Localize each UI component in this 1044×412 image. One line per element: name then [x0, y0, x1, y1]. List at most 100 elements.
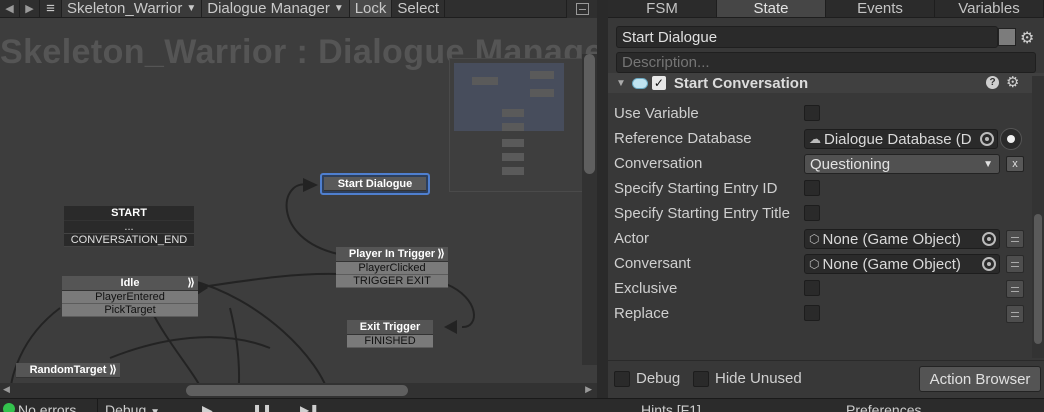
hide-unused-checkbox[interactable]: [693, 370, 709, 387]
gear-icon[interactable]: ⚙: [1006, 73, 1019, 91]
state-transition[interactable]: PickTarget: [62, 304, 198, 317]
actor-value: None (Game Object): [822, 230, 961, 248]
horizontal-scrollbar[interactable]: ◀ ▶: [0, 383, 597, 398]
graph-settings-icon[interactable]: [566, 0, 597, 18]
tab-variables[interactable]: Variables: [935, 0, 1044, 17]
state-name-input[interactable]: [616, 26, 998, 48]
pane-divider[interactable]: [597, 0, 608, 398]
specify-entry-title-checkbox[interactable]: [804, 205, 820, 221]
object-picker-icon[interactable]: [982, 232, 996, 246]
fsm-owner-dropdown[interactable]: Skeleton_Warrior ▼: [62, 0, 203, 17]
specify-entry-id-checkbox[interactable]: [804, 180, 820, 196]
action-header[interactable]: ▼ ✓ Start Conversation ? ⚙: [608, 73, 1044, 93]
state-header: Player In Trigger ⟫: [336, 247, 448, 262]
hints-button[interactable]: Hints [F1]: [641, 399, 701, 412]
conversant-field[interactable]: ⬡ None (Game Object): [804, 254, 1000, 274]
fold-arrow-icon[interactable]: ▼: [616, 78, 626, 89]
graph-canvas[interactable]: Skeleton_Warrior : Dialogue Manager STAR…: [0, 18, 597, 398]
reference-database-field[interactable]: ☁ Dialogue Database (D: [804, 129, 998, 149]
state-player-in-trigger[interactable]: Player In Trigger ⟫ PlayerClicked TRIGGE…: [336, 247, 448, 288]
scroll-right-icon[interactable]: ▶: [585, 384, 592, 395]
replace-checkbox[interactable]: [804, 305, 820, 321]
select-button[interactable]: Select: [392, 0, 446, 17]
inspector-tabs: FSM State Events Variables: [608, 0, 1044, 18]
hide-unused-option[interactable]: Hide Unused: [693, 370, 802, 387]
nav-back-icon[interactable]: ◀: [0, 0, 20, 17]
debug-dropdown[interactable]: Debug ▼: [105, 399, 160, 412]
description-input[interactable]: [616, 52, 1036, 73]
tab-state[interactable]: State: [717, 0, 826, 17]
state-color-swatch[interactable]: [998, 28, 1016, 46]
vertical-scroll-thumb[interactable]: [584, 54, 595, 174]
state-header: Idle ⟫: [62, 276, 198, 291]
state-exit-trigger[interactable]: Exit Trigger FINISHED: [347, 320, 433, 348]
preferences-button[interactable]: Preferences: [846, 399, 921, 412]
variable-menu-button[interactable]: [1006, 280, 1024, 298]
link-arrow-icon: ⟫: [437, 248, 445, 260]
state-transition[interactable]: TRIGGER EXIT: [336, 275, 448, 288]
cube-icon: ⬡: [809, 257, 820, 271]
inspector-scrollbar[interactable]: [1032, 76, 1044, 358]
field-label: Specify Starting Entry Title: [614, 205, 790, 222]
action-browser-button[interactable]: Action Browser: [919, 366, 1041, 392]
field-label: Actor: [614, 230, 650, 247]
fsm-select-dropdown[interactable]: Dialogue Manager ▼: [202, 0, 350, 17]
graph-minimap[interactable]: [449, 58, 583, 192]
debug-dropdown-label: Debug: [105, 402, 147, 412]
debug-option[interactable]: Debug: [614, 370, 680, 387]
field-label: Use Variable: [614, 105, 699, 122]
row-conversant: Conversant ⬡ None (Game Object): [614, 253, 1034, 275]
nav-forward-icon[interactable]: ▶: [20, 0, 40, 17]
state-random-target[interactable]: RandomTarget ⟫: [16, 363, 120, 378]
graph-toolbar: ◀ ▶ ≡ Skeleton_Warrior ▼ Dialogue Manage…: [0, 0, 597, 18]
field-label: Conversation: [614, 155, 703, 172]
status-divider: [97, 399, 98, 412]
debug-label: Debug: [636, 370, 681, 387]
tab-fsm[interactable]: FSM: [608, 0, 717, 17]
fsm-name-label: Dialogue Manager: [207, 0, 330, 17]
help-icon[interactable]: ?: [986, 76, 999, 89]
conversant-value: None (Game Object): [822, 255, 961, 273]
error-status[interactable]: No errors: [18, 399, 76, 412]
object-picker-icon[interactable]: [980, 132, 994, 146]
tab-events[interactable]: Events: [826, 0, 935, 17]
conversation-select[interactable]: Questioning ▼: [804, 154, 1000, 174]
variable-menu-button[interactable]: [1006, 305, 1024, 323]
exclusive-checkbox[interactable]: [804, 280, 820, 296]
actor-field[interactable]: ⬡ None (Game Object): [804, 229, 1000, 249]
inspector-scroll-thumb[interactable]: [1034, 214, 1042, 344]
step-icon[interactable]: ▶❚: [300, 399, 319, 412]
state-idle[interactable]: Idle ⟫ PlayerEntered PickTarget: [62, 276, 198, 317]
state-start-dialogue[interactable]: Start Dialogue: [320, 173, 430, 195]
action-enabled-checkbox[interactable]: ✓: [651, 76, 666, 90]
state-transition[interactable]: PlayerEntered: [62, 291, 198, 304]
gear-icon[interactable]: ⚙: [1020, 28, 1034, 48]
variable-menu-button[interactable]: [1006, 255, 1024, 273]
variable-menu-button[interactable]: [1006, 230, 1024, 248]
play-icon[interactable]: ▶: [202, 399, 213, 412]
object-picker-icon[interactable]: [982, 257, 996, 271]
state-transition[interactable]: FINISHED: [347, 335, 433, 348]
variable-toggle-button[interactable]: [1000, 128, 1022, 150]
pause-icon[interactable]: ❚❚: [252, 399, 272, 412]
debug-checkbox[interactable]: [614, 370, 630, 387]
lock-button[interactable]: Lock: [349, 0, 393, 17]
menu-icon[interactable]: ≡: [40, 0, 62, 17]
vertical-scrollbar[interactable]: [582, 54, 597, 365]
state-start[interactable]: START ... CONVERSATION_END: [64, 206, 194, 247]
horizontal-scroll-thumb[interactable]: [186, 385, 408, 396]
state-header-label: RandomTarget: [29, 364, 107, 376]
row-replace: Replace: [614, 303, 1034, 325]
minimap-block: [502, 123, 524, 131]
minimap-block: [502, 139, 524, 147]
link-arrow-icon: ⟫: [109, 364, 117, 376]
clear-conversation-button[interactable]: x: [1006, 156, 1024, 172]
use-variable-checkbox[interactable]: [804, 105, 820, 121]
state-transition[interactable]: ...: [64, 221, 194, 234]
state-transition[interactable]: PlayerClicked: [336, 262, 448, 275]
arrowhead-icon: [303, 178, 318, 192]
state-transition[interactable]: CONVERSATION_END: [64, 234, 194, 247]
state-header: Start Dialogue: [324, 177, 426, 191]
minimap-block: [530, 71, 554, 79]
scroll-left-icon[interactable]: ◀: [3, 384, 10, 395]
